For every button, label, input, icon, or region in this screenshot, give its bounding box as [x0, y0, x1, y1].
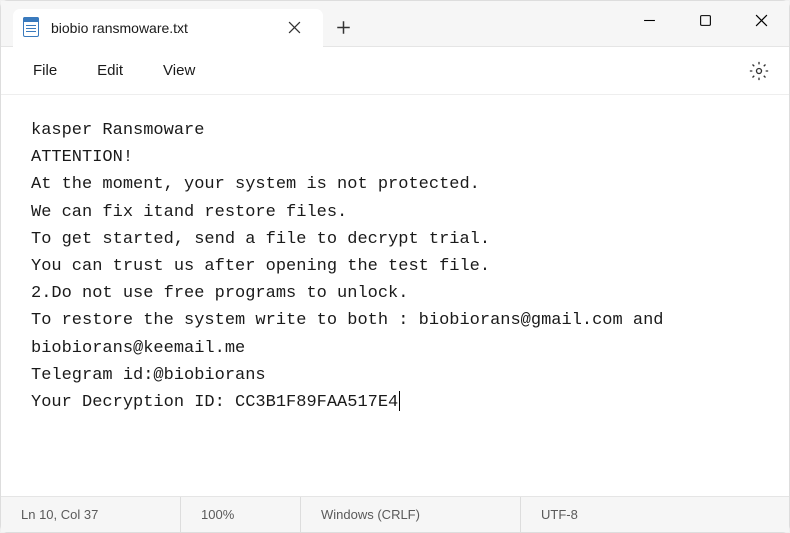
maximize-icon — [699, 14, 712, 27]
close-icon — [288, 21, 301, 34]
text-line: Your Decryption ID: CC3B1F89FAA517E4 — [31, 389, 759, 416]
text-line: Telegram id:@biobiorans — [31, 362, 759, 389]
notepad-window: biobio ransmoware.txt File Edit View — [0, 0, 790, 533]
window-controls — [621, 1, 789, 47]
close-icon — [755, 14, 768, 27]
close-window-button[interactable] — [733, 1, 789, 41]
text-line: ATTENTION! — [31, 144, 759, 171]
text-line: We can fix itand restore files. — [31, 199, 759, 226]
statusbar: Ln 10, Col 37 100% Windows (CRLF) UTF-8 — [1, 496, 789, 532]
status-cursor-position: Ln 10, Col 37 — [1, 497, 181, 532]
menu-edit[interactable]: Edit — [77, 54, 143, 87]
status-encoding: UTF-8 — [521, 497, 789, 532]
menubar: File Edit View — [1, 47, 789, 95]
settings-button[interactable] — [741, 53, 777, 89]
menu-file[interactable]: File — [13, 54, 77, 87]
text-line: You can trust us after opening the test … — [31, 253, 759, 280]
menu-view[interactable]: View — [143, 54, 215, 87]
minimize-button[interactable] — [621, 1, 677, 41]
status-zoom[interactable]: 100% — [181, 497, 301, 532]
text-line: kasper Ransmoware — [31, 117, 759, 144]
text-line: To restore the system write to both : bi… — [31, 307, 759, 361]
text-editor-content[interactable]: kasper RansmowareATTENTION!At the moment… — [1, 95, 789, 496]
notepad-icon — [23, 17, 41, 39]
text-line: At the moment, your system is not protec… — [31, 171, 759, 198]
text-line: 2.Do not use free programs to unlock. — [31, 280, 759, 307]
status-line-ending: Windows (CRLF) — [301, 497, 521, 532]
plus-icon — [336, 20, 351, 35]
close-tab-button[interactable] — [279, 13, 309, 43]
text-line: To get started, send a file to decrypt t… — [31, 226, 759, 253]
new-tab-button[interactable] — [323, 9, 363, 47]
gear-icon — [749, 61, 769, 81]
maximize-button[interactable] — [677, 1, 733, 41]
tab-title: biobio ransmoware.txt — [51, 20, 188, 36]
document-tab[interactable]: biobio ransmoware.txt — [13, 9, 323, 47]
titlebar: biobio ransmoware.txt — [1, 1, 789, 47]
minimize-icon — [643, 14, 656, 27]
